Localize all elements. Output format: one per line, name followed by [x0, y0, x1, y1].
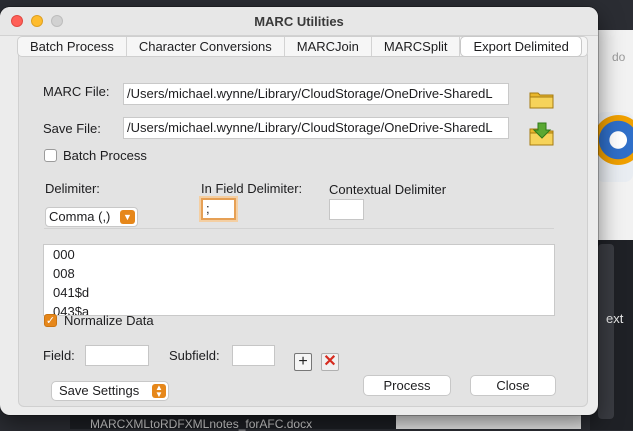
normalize-data-label: Normalize Data [64, 313, 154, 328]
tab-marcjoin[interactable]: MARCJoin [285, 37, 372, 56]
close-button[interactable]: Close [470, 375, 556, 396]
in-field-delimiter-input[interactable]: ; [201, 198, 236, 220]
tab-character-conversions[interactable]: Character Conversions [127, 37, 285, 56]
subfield-input[interactable] [232, 345, 275, 366]
chevron-updown-icon: ▲ ▼ [152, 384, 166, 399]
list-item[interactable]: 008 [44, 264, 554, 283]
marc-file-field[interactable]: /Users/michael.wynne/Library/CloudStorag… [123, 83, 509, 105]
add-field-button[interactable]: + [294, 353, 312, 371]
delimiter-label: Delimiter: [45, 181, 100, 196]
list-item[interactable]: 041$d [44, 283, 554, 302]
field-list[interactable]: 000 008 041$d 043$a [43, 244, 555, 316]
background-window-edge [598, 244, 614, 419]
subfield-label: Subfield: [169, 348, 220, 363]
chevron-down-icon: ▼ [120, 210, 135, 224]
x-icon: ✕ [323, 353, 337, 370]
divider [44, 228, 554, 229]
field-label: Field: [43, 348, 75, 363]
list-item[interactable]: 000 [44, 245, 554, 264]
process-button[interactable]: Process [363, 375, 451, 396]
tab-batch-process[interactable]: Batch Process [18, 37, 127, 56]
plus-icon: + [298, 353, 308, 370]
tab-marcsplit[interactable]: MARCSplit [372, 37, 461, 56]
marc-file-label: MARC File: [43, 84, 110, 99]
normalize-data-checkbox[interactable]: ✓ [44, 314, 57, 327]
marc-utilities-window: MARC Utilities Batch Process Character C… [0, 7, 598, 415]
contextual-delimiter-input[interactable] [329, 199, 364, 220]
batch-process-checkbox[interactable] [44, 149, 57, 162]
background-thumbnail [396, 414, 581, 429]
tab-bar: Batch Process Character Conversions MARC… [17, 36, 588, 57]
remove-field-button[interactable]: ✕ [321, 353, 339, 371]
title-bar: MARC Utilities [0, 7, 598, 36]
in-field-delimiter-label: In Field Delimiter: [201, 181, 303, 196]
batch-process-label: Batch Process [63, 148, 147, 163]
background-text-ext: ext [606, 311, 624, 326]
window-title: MARC Utilities [254, 14, 344, 29]
folder-icon[interactable] [529, 89, 555, 109]
tab-export-delimited[interactable]: Export Delimited [460, 36, 582, 57]
delimiter-select[interactable]: Comma (,) ▼ [45, 207, 138, 227]
contextual-delimiter-label: Contextual Delimiter [329, 182, 447, 197]
field-input[interactable] [85, 345, 149, 366]
save-settings-label: Save Settings [59, 383, 140, 398]
save-settings-popup[interactable]: Save Settings ▲ ▼ [51, 381, 169, 401]
delimiter-value: Comma (,) [49, 209, 111, 224]
save-file-field[interactable]: /Users/michael.wynne/Library/CloudStorag… [123, 117, 509, 139]
background-text: do [612, 50, 626, 64]
save-download-icon[interactable] [529, 122, 555, 146]
save-file-label: Save File: [43, 121, 101, 136]
background-artwork [596, 112, 633, 182]
